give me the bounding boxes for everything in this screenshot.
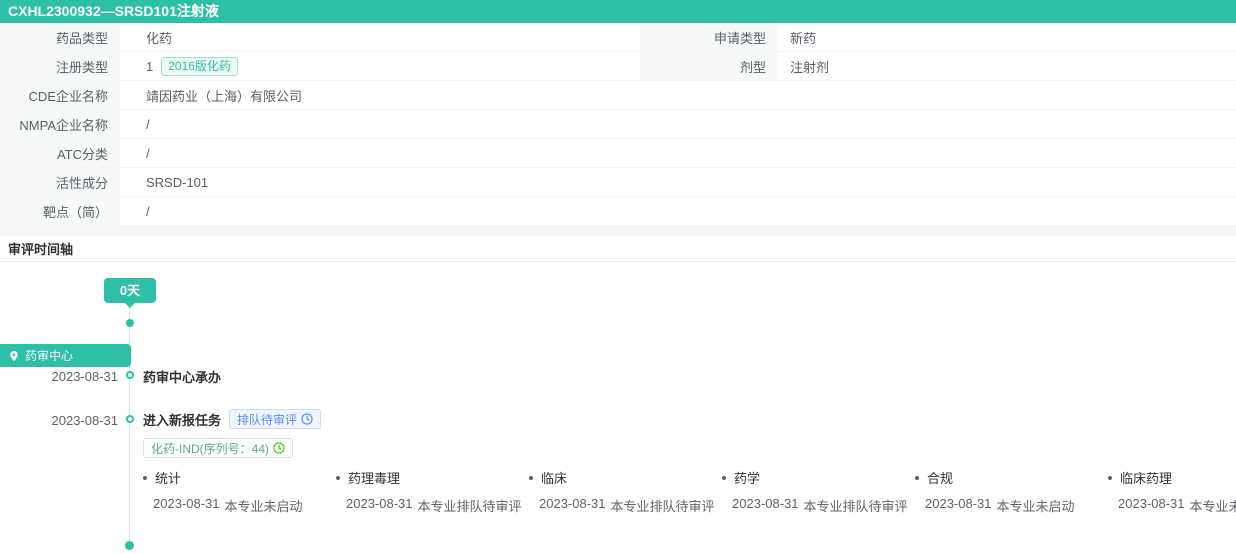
registration-version-badge[interactable]: 2016版化药 bbox=[161, 57, 238, 76]
specialty-status: 本专业排队待审评 bbox=[804, 496, 908, 515]
table-row: NMPA企业名称 / bbox=[0, 110, 1236, 139]
event-date: 2023-08-31 bbox=[0, 369, 118, 384]
specialty-name: 药理毒理 bbox=[348, 468, 400, 487]
timeline-section-title: 审评时间轴 bbox=[0, 236, 1236, 262]
specialty-item: 药理毒理 2023-08-31 本专业排队待审评 bbox=[336, 468, 529, 515]
field-value: SRSD-101 bbox=[146, 175, 208, 190]
field-label: ATC分类 bbox=[0, 139, 120, 167]
field-label: 活性成分 bbox=[0, 168, 120, 196]
task-sequence-text: 化药-IND(序列号：44) bbox=[151, 440, 269, 457]
table-row: ATC分类 / bbox=[0, 139, 1236, 168]
review-timeline: 0天 药审中心 2023-08-31 药审中心承办 2023-08-31 进入新… bbox=[0, 262, 1236, 554]
specialty-item: 临床 2023-08-31 本专业排队待审评 bbox=[529, 468, 722, 515]
specialty-date: 2023-08-31 bbox=[346, 496, 413, 515]
specialty-name: 临床药理 bbox=[1120, 468, 1172, 487]
clock-icon[interactable] bbox=[273, 442, 285, 454]
specialty-date: 2023-08-31 bbox=[925, 496, 992, 515]
specialty-item: 合规 2023-08-31 本专业未启动 bbox=[915, 468, 1108, 515]
field-label: NMPA企业名称 bbox=[0, 110, 120, 138]
drug-info-table: 药品类型 化药 申请类型 新药 注册类型 1 2016版化药 剂型 注射剂 CD… bbox=[0, 23, 1236, 226]
field-value: 新药 bbox=[790, 28, 816, 47]
field-value: 1 bbox=[146, 59, 153, 74]
review-center-banner: 药审中心 bbox=[0, 344, 131, 367]
clock-icon[interactable] bbox=[301, 413, 313, 425]
specialty-status: 本专业未启动 bbox=[997, 496, 1075, 515]
specialty-name: 临床 bbox=[541, 468, 567, 487]
location-pin-icon bbox=[8, 350, 20, 362]
event-marker bbox=[126, 415, 134, 423]
task-sequence-badge[interactable]: 化药-IND(序列号：44) bbox=[143, 438, 293, 458]
bullet-icon bbox=[336, 476, 340, 480]
timeline-end-dot bbox=[125, 541, 134, 550]
bullet-icon bbox=[1108, 476, 1112, 480]
field-label: 靶点（简） bbox=[0, 197, 120, 225]
field-label: CDE企业名称 bbox=[0, 81, 120, 109]
field-value: 注射剂 bbox=[790, 57, 829, 76]
table-row: 药品类型 化药 申请类型 新药 bbox=[0, 23, 1236, 52]
specialty-date: 2023-08-31 bbox=[1118, 496, 1185, 515]
specialty-item: 统计 2023-08-31 本专业未启动 bbox=[143, 468, 336, 515]
bullet-icon bbox=[143, 476, 147, 480]
specialty-date: 2023-08-31 bbox=[539, 496, 606, 515]
bullet-icon bbox=[722, 476, 726, 480]
table-row: 活性成分 SRSD-101 bbox=[0, 168, 1236, 197]
bullet-icon bbox=[915, 476, 919, 480]
field-label: 药品类型 bbox=[0, 23, 120, 51]
field-value: / bbox=[146, 146, 150, 161]
event-title: 药审中心承办 bbox=[143, 367, 221, 386]
table-row: CDE企业名称 靖因药业（上海）有限公司 bbox=[0, 81, 1236, 110]
bullet-icon bbox=[529, 476, 533, 480]
field-label: 剂型 bbox=[640, 52, 778, 80]
field-value: 靖因药业（上海）有限公司 bbox=[146, 86, 302, 105]
event-title: 进入新报任务 排队待审评 bbox=[143, 409, 321, 429]
review-center-label: 药审中心 bbox=[25, 347, 73, 364]
event-title-text: 进入新报任务 bbox=[143, 410, 221, 429]
event-date: 2023-08-31 bbox=[0, 413, 118, 428]
queue-status-text: 排队待审评 bbox=[237, 411, 297, 428]
timeline-start-dot bbox=[126, 319, 134, 327]
specialty-status-row: 统计 2023-08-31 本专业未启动 药理毒理 2023-08-31 本专业排队… bbox=[143, 468, 1236, 515]
specialty-date: 2023-08-31 bbox=[732, 496, 799, 515]
specialty-status: 本专业未启动 bbox=[1190, 496, 1236, 515]
field-value: / bbox=[146, 204, 150, 219]
specialty-name: 合规 bbox=[927, 468, 953, 487]
specialty-item: 临床药理 2023-08-31 本专业未启动 bbox=[1108, 468, 1236, 515]
timeline-axis bbox=[129, 306, 130, 547]
page-title: CXHL2300932—SRSD101注射液 bbox=[0, 0, 1236, 23]
specialty-status: 本专业排队待审评 bbox=[611, 496, 715, 515]
specialty-status: 本专业排队待审评 bbox=[418, 496, 522, 515]
elapsed-days-badge: 0天 bbox=[104, 278, 156, 303]
specialty-item: 药学 2023-08-31 本专业排队待审评 bbox=[722, 468, 915, 515]
field-label: 注册类型 bbox=[0, 52, 120, 80]
field-label: 申请类型 bbox=[640, 23, 778, 51]
specialty-name: 统计 bbox=[155, 468, 181, 487]
specialty-date: 2023-08-31 bbox=[153, 496, 220, 515]
event-marker bbox=[126, 371, 134, 379]
section-divider bbox=[0, 226, 1236, 236]
field-value: / bbox=[146, 117, 150, 132]
specialty-status: 本专业未启动 bbox=[225, 496, 303, 515]
field-value: 化药 bbox=[146, 28, 172, 47]
queue-status-badge[interactable]: 排队待审评 bbox=[229, 409, 321, 429]
table-row: 靶点（简） / bbox=[0, 197, 1236, 226]
event-title-text: 药审中心承办 bbox=[143, 367, 221, 386]
table-row: 注册类型 1 2016版化药 剂型 注射剂 bbox=[0, 52, 1236, 81]
specialty-name: 药学 bbox=[734, 468, 760, 487]
